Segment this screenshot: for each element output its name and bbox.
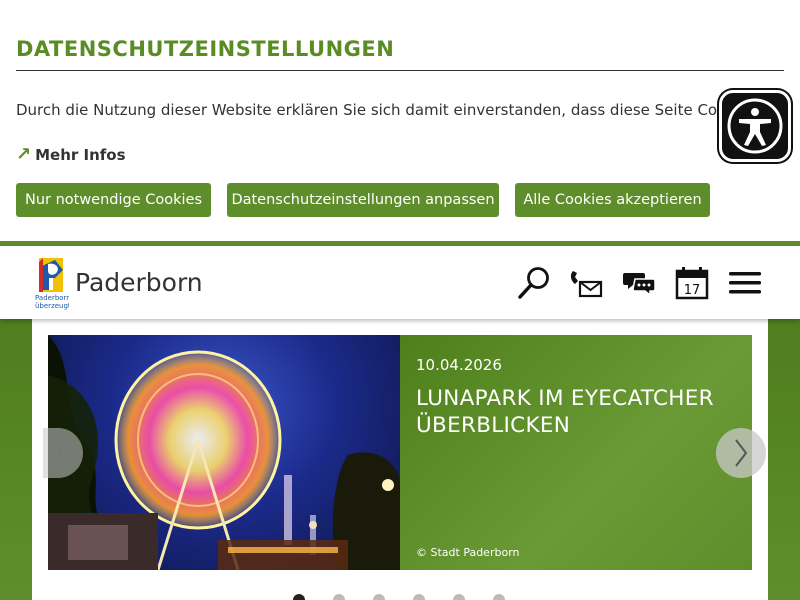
calendar-icon[interactable]: 17	[672, 264, 712, 302]
slider-dot[interactable]	[373, 594, 385, 600]
necessary-cookies-button[interactable]: Nur notwendige Cookies	[16, 183, 211, 217]
cookie-banner-text: Durch die Nutzung dieser Website erkläre…	[16, 101, 726, 119]
accessibility-button[interactable]	[719, 90, 791, 162]
photo-credit: © Stadt Paderborn	[416, 546, 520, 559]
slide-date: 10.04.2026	[416, 356, 502, 374]
contact-icon[interactable]	[566, 264, 606, 302]
arrow-up-right-icon: ↗	[16, 144, 32, 165]
slider-next-button[interactable]	[716, 428, 766, 478]
site-logo[interactable]: Paderborn überzeugt.	[33, 256, 73, 312]
more-info-label: Mehr Infos	[35, 145, 126, 164]
accessibility-icon	[727, 98, 783, 154]
slider-dot[interactable]	[333, 594, 345, 600]
slider-dot[interactable]	[453, 594, 465, 600]
search-icon[interactable]	[514, 264, 554, 302]
site-name[interactable]: Paderborn	[75, 268, 203, 297]
chevron-left-icon	[56, 439, 69, 467]
menu-icon[interactable]	[725, 264, 765, 302]
cookie-banner: DATENSCHUTZEINSTELLUNGEN Durch die Nutzu…	[0, 0, 800, 241]
divider	[16, 70, 784, 71]
slider-dot[interactable]	[413, 594, 425, 600]
slider-dot[interactable]	[293, 594, 305, 600]
teaser-slide[interactable]: 10.04.2026 LUNAPARK IM EYECATCHER ÜBERBL…	[48, 335, 752, 570]
more-info-link[interactable]: ↗ Mehr Infos	[16, 144, 126, 165]
svg-text:Paderborn: Paderborn	[35, 294, 69, 302]
slide-caption: 10.04.2026 LUNAPARK IM EYECATCHER ÜBERBL…	[400, 335, 752, 570]
calendar-day: 17	[684, 283, 701, 298]
slider-pagination	[293, 594, 505, 600]
chevron-right-icon	[735, 439, 748, 467]
accept-all-cookies-button[interactable]: Alle Cookies akzeptieren	[515, 183, 710, 217]
ferris-wheel-photo	[48, 335, 400, 570]
chat-icon[interactable]	[619, 264, 659, 302]
site-header: Paderborn überzeugt. Paderborn 17	[0, 246, 800, 319]
cookie-banner-title: DATENSCHUTZEINSTELLUNGEN	[16, 37, 395, 61]
svg-text:überzeugt.: überzeugt.	[35, 302, 69, 310]
customize-privacy-button[interactable]: Datenschutzeinstellungen anpassen	[227, 183, 499, 217]
slider-dot[interactable]	[493, 594, 505, 600]
slide-headline[interactable]: LUNAPARK IM EYECATCHER ÜBERBLICKEN	[416, 385, 736, 439]
